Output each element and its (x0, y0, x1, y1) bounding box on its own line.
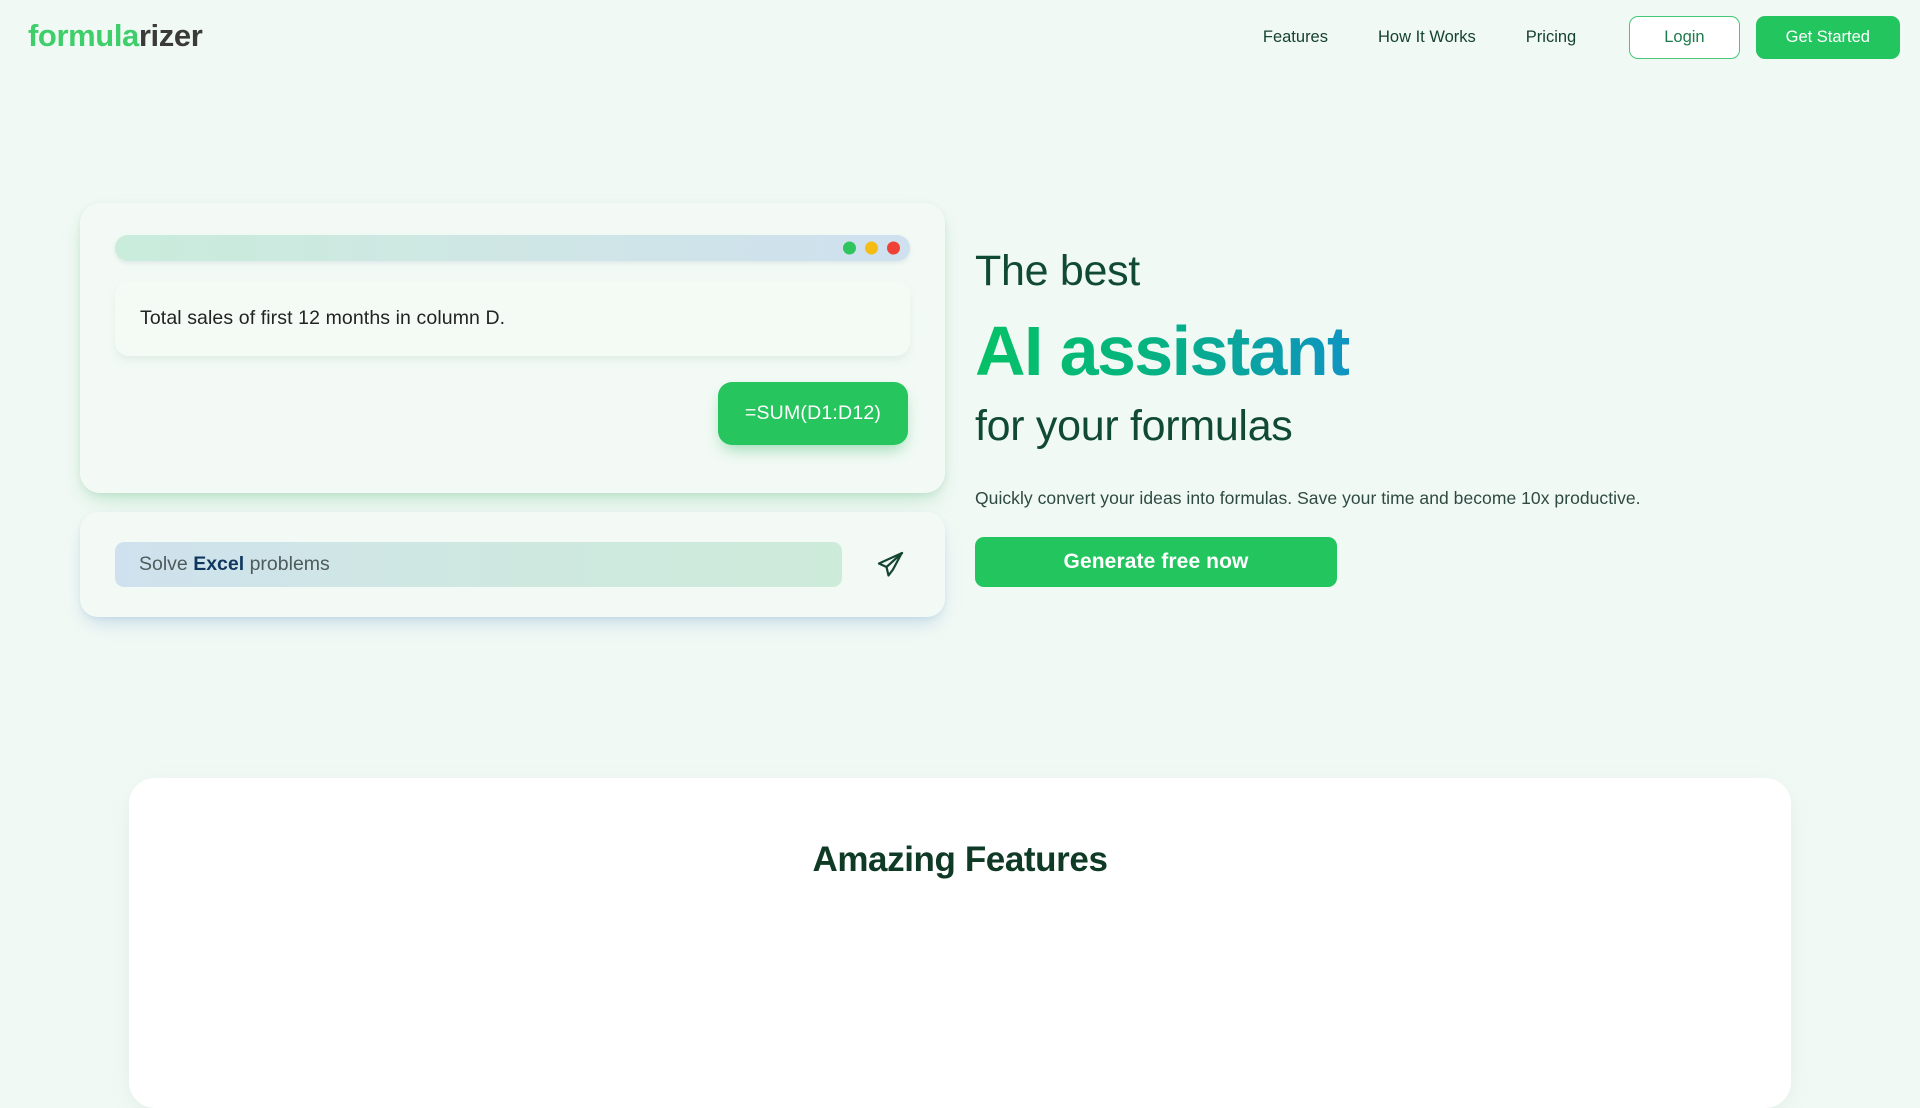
hero-subtitle: Quickly convert your ideas into formulas… (975, 487, 1641, 508)
nav-link-how-it-works[interactable]: How It Works (1353, 18, 1501, 57)
login-button[interactable]: Login (1629, 16, 1740, 59)
formula-reply-text: =SUM(D1:D12) (744, 402, 882, 424)
logo[interactable]: formularizer (28, 18, 203, 54)
hero-headline-line-2: AI assistant (975, 309, 1350, 394)
prompt-placeholder: Solve Excel problems (139, 553, 330, 576)
user-message-bubble: Total sales of first 12 months in column… (115, 281, 910, 356)
window-dot-green-icon (843, 241, 856, 255)
features-section-card: Amazing Features (129, 778, 1791, 1108)
formula-reply-bubble: =SUM(D1:D12) (718, 382, 908, 445)
window-dot-red-icon (887, 241, 900, 255)
hero-headline-line-1: The best (975, 247, 1140, 295)
window-control-dots (843, 241, 900, 255)
send-paper-plane-icon[interactable] (869, 544, 911, 586)
site-header: formularizer Features How It Works Prici… (0, 0, 1920, 80)
logo-part-formula: formula (28, 18, 139, 53)
hero-copy: The best AI assistant for your formulas … (975, 245, 1695, 587)
main-navigation: Features How It Works Pricing Login Get … (1238, 16, 1900, 59)
prompt-input-card: Solve Excel problems (80, 512, 945, 617)
chat-mockup-card: Total sales of first 12 months in column… (80, 203, 945, 493)
generate-free-now-button[interactable]: Generate free now (975, 536, 1337, 587)
get-started-button[interactable]: Get Started (1755, 16, 1900, 59)
placeholder-suffix: problems (244, 553, 330, 575)
window-dot-yellow-icon (865, 241, 878, 255)
mockup-window-titlebar (115, 235, 910, 261)
prompt-input[interactable]: Solve Excel problems (115, 542, 842, 587)
hero-headline-line-3: for your formulas (975, 402, 1293, 451)
placeholder-highlight: Excel (193, 553, 245, 575)
user-message-text: Total sales of first 12 months in column… (140, 307, 506, 329)
nav-link-features[interactable]: Features (1238, 18, 1353, 57)
features-section-title: Amazing Features (812, 840, 1108, 879)
placeholder-prefix: Solve (139, 553, 194, 575)
logo-part-rizer: rizer (138, 18, 203, 53)
nav-link-pricing[interactable]: Pricing (1501, 18, 1601, 57)
